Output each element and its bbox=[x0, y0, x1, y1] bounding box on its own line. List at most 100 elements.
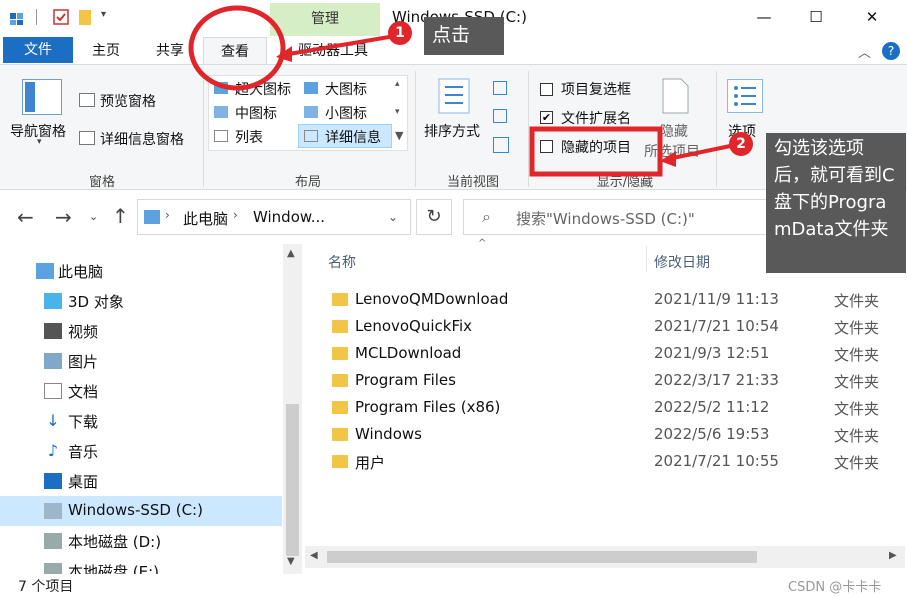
layout-list[interactable]: 列表 bbox=[235, 127, 263, 147]
nav-item-e-drive[interactable]: 本地磁盘 (E:) bbox=[0, 556, 282, 574]
forward-icon[interactable]: → bbox=[55, 205, 72, 229]
layout-extra-large-icons[interactable]: 超大图标 bbox=[235, 79, 291, 99]
layout-small-icons[interactable]: 小图标 bbox=[325, 103, 367, 123]
file-extensions-checkbox[interactable]: ✔ bbox=[540, 111, 553, 124]
refresh-button[interactable]: ↻ bbox=[416, 199, 452, 235]
small-icons-icon bbox=[304, 106, 318, 118]
sort-by-button[interactable]: 排序方式 bbox=[424, 121, 480, 141]
chevron-right-icon[interactable]: › bbox=[233, 208, 238, 222]
hide-selected-icon bbox=[660, 77, 690, 115]
hidden-items-checkbox[interactable] bbox=[540, 140, 553, 153]
column-header-date[interactable]: 修改日期 bbox=[654, 252, 710, 272]
scroll-left-icon[interactable]: ◀ bbox=[310, 550, 318, 561]
back-icon[interactable]: ← bbox=[17, 205, 34, 229]
file-date: 2021/11/9 11:13 bbox=[654, 290, 779, 308]
file-row[interactable]: Program Files (x86) 2022/5/2 11:12 文件夹 bbox=[305, 395, 905, 422]
maximize-button[interactable]: ☐ bbox=[792, 0, 840, 34]
nav-item-downloads[interactable]: ↓ 下载 bbox=[0, 406, 282, 436]
file-date: 2022/5/2 11:12 bbox=[654, 398, 770, 416]
nav-item-label: 文档 bbox=[68, 383, 99, 401]
nav-item-label: 本地磁盘 (E:) bbox=[68, 563, 160, 574]
address-bar[interactable]: › 此电脑 › Window... ⌄ bbox=[137, 199, 411, 235]
scroll-down-icon[interactable]: ▾ bbox=[395, 107, 400, 117]
scroll-up-icon[interactable]: ▲ bbox=[287, 248, 295, 259]
close-button[interactable]: ✕ bbox=[848, 0, 896, 34]
tab-view[interactable]: 查看 bbox=[203, 37, 267, 65]
tab-file[interactable]: 文件 bbox=[3, 37, 73, 63]
nav-item-label: 此电脑 bbox=[58, 263, 104, 281]
nav-item-desktop[interactable]: 桌面 bbox=[0, 466, 282, 496]
nav-pane-scrollbar[interactable]: ▲ ▼ bbox=[283, 244, 302, 574]
nav-item-documents[interactable]: 文档 bbox=[0, 376, 282, 406]
hide-selected-label-1[interactable]: 隐藏 bbox=[660, 121, 688, 141]
preview-pane-button[interactable]: 预览窗格 bbox=[100, 91, 156, 111]
nav-item-videos[interactable]: 视频 bbox=[0, 316, 282, 346]
collapse-ribbon-icon[interactable]: ︿ bbox=[858, 42, 871, 61]
file-row[interactable]: LenovoQMDownload 2021/11/9 11:13 文件夹 bbox=[305, 287, 905, 314]
help-icon[interactable]: ? bbox=[882, 42, 900, 60]
toolbar-separator bbox=[36, 9, 37, 25]
scroll-up-icon[interactable]: ▴ bbox=[395, 79, 400, 89]
scroll-right-icon[interactable]: ▶ bbox=[889, 550, 897, 561]
nav-item-pictures[interactable]: 图片 bbox=[0, 346, 282, 376]
file-name: Windows bbox=[355, 425, 422, 443]
file-type: 文件夹 bbox=[834, 427, 880, 445]
large-icons-icon bbox=[304, 82, 318, 94]
pane-group-label: 窗格 bbox=[88, 175, 115, 190]
checklist-icon[interactable] bbox=[52, 8, 70, 26]
nav-item-music[interactable]: ♪ 音乐 bbox=[0, 436, 282, 466]
nav-item-label: 本地磁盘 (D:) bbox=[68, 533, 162, 551]
hide-selected-label-2[interactable]: 所选项目 bbox=[644, 141, 700, 161]
explorer-window: ▾ 管理 Windows-SSD (C:) — ☐ ✕ 文件 主页 共享 查看 … bbox=[0, 0, 907, 598]
scrollbar-thumb[interactable] bbox=[286, 404, 299, 556]
file-name: 用户 bbox=[355, 454, 386, 472]
chevron-right-icon[interactable]: › bbox=[165, 208, 170, 222]
item-checkboxes-checkbox[interactable] bbox=[540, 83, 553, 96]
column-divider[interactable] bbox=[646, 246, 647, 272]
column-header-name[interactable]: 名称 bbox=[328, 252, 356, 272]
file-row[interactable]: LenovoQuickFix 2021/7/21 10:54 文件夹 bbox=[305, 314, 905, 341]
properties-icon[interactable] bbox=[9, 8, 27, 26]
nav-item-label: 视频 bbox=[68, 323, 99, 341]
chevron-down-icon[interactable]: ⌄ bbox=[388, 210, 398, 224]
tab-drive-tools[interactable]: 驱动器工具 bbox=[278, 37, 388, 65]
hidden-items-label[interactable]: 隐藏的项目 bbox=[561, 137, 631, 157]
recent-locations-icon[interactable]: ⌄ bbox=[89, 210, 98, 223]
file-row[interactable]: 用户 2021/7/21 10:55 文件夹 bbox=[305, 449, 905, 476]
file-row[interactable]: Program Files 2022/3/17 21:33 文件夹 bbox=[305, 368, 905, 395]
details-pane-button[interactable]: 详细信息窗格 bbox=[100, 129, 184, 149]
file-row[interactable]: Windows 2022/5/6 19:53 文件夹 bbox=[305, 422, 905, 449]
nav-item-d-drive[interactable]: 本地磁盘 (D:) bbox=[0, 526, 282, 556]
pictures-icon bbox=[44, 353, 62, 369]
more-icon[interactable]: ▼ bbox=[395, 129, 403, 142]
ribbon-separator bbox=[716, 71, 717, 187]
tab-share[interactable]: 共享 bbox=[140, 37, 200, 65]
customize-quick-access-icon[interactable]: ▾ bbox=[101, 9, 106, 20]
breadcrumb-current[interactable]: Window... bbox=[253, 208, 325, 226]
up-icon[interactable]: ↑ bbox=[112, 204, 129, 228]
tab-home[interactable]: 主页 bbox=[78, 37, 134, 65]
file-name: LenovoQuickFix bbox=[355, 317, 473, 335]
nav-item-3d-objects[interactable]: 3D 对象 bbox=[0, 286, 282, 316]
file-row[interactable]: MCLDownload 2021/9/3 12:51 文件夹 bbox=[305, 341, 905, 368]
chevron-down-icon[interactable]: ▾ bbox=[37, 137, 42, 147]
layout-large-icons[interactable]: 大图标 bbox=[325, 79, 367, 99]
layout-medium-icons[interactable]: 中图标 bbox=[235, 103, 277, 123]
file-extensions-label[interactable]: 文件扩展名 bbox=[561, 108, 631, 128]
nav-item-label: 图片 bbox=[68, 353, 99, 371]
new-folder-icon[interactable] bbox=[76, 8, 94, 26]
item-checkboxes-label[interactable]: 项目复选框 bbox=[561, 79, 631, 99]
scroll-down-icon[interactable]: ▼ bbox=[287, 556, 295, 567]
nav-item-this-pc[interactable]: 此电脑 bbox=[0, 256, 282, 286]
add-columns-icon[interactable] bbox=[493, 109, 507, 123]
breadcrumb-root[interactable]: 此电脑 bbox=[183, 208, 228, 229]
nav-item-c-drive[interactable]: Windows-SSD (C:) bbox=[0, 496, 282, 526]
file-list-scrollbar[interactable]: ◀ ▶ bbox=[305, 546, 905, 568]
group-by-icon[interactable] bbox=[493, 81, 507, 95]
folder-icon bbox=[332, 401, 348, 414]
layout-details[interactable]: 详细信息 bbox=[325, 127, 381, 147]
scrollbar-thumb[interactable] bbox=[327, 551, 757, 563]
minimize-button[interactable]: — bbox=[740, 0, 788, 34]
tab-manage[interactable]: 管理 bbox=[270, 3, 380, 36]
size-columns-icon[interactable] bbox=[493, 137, 509, 153]
